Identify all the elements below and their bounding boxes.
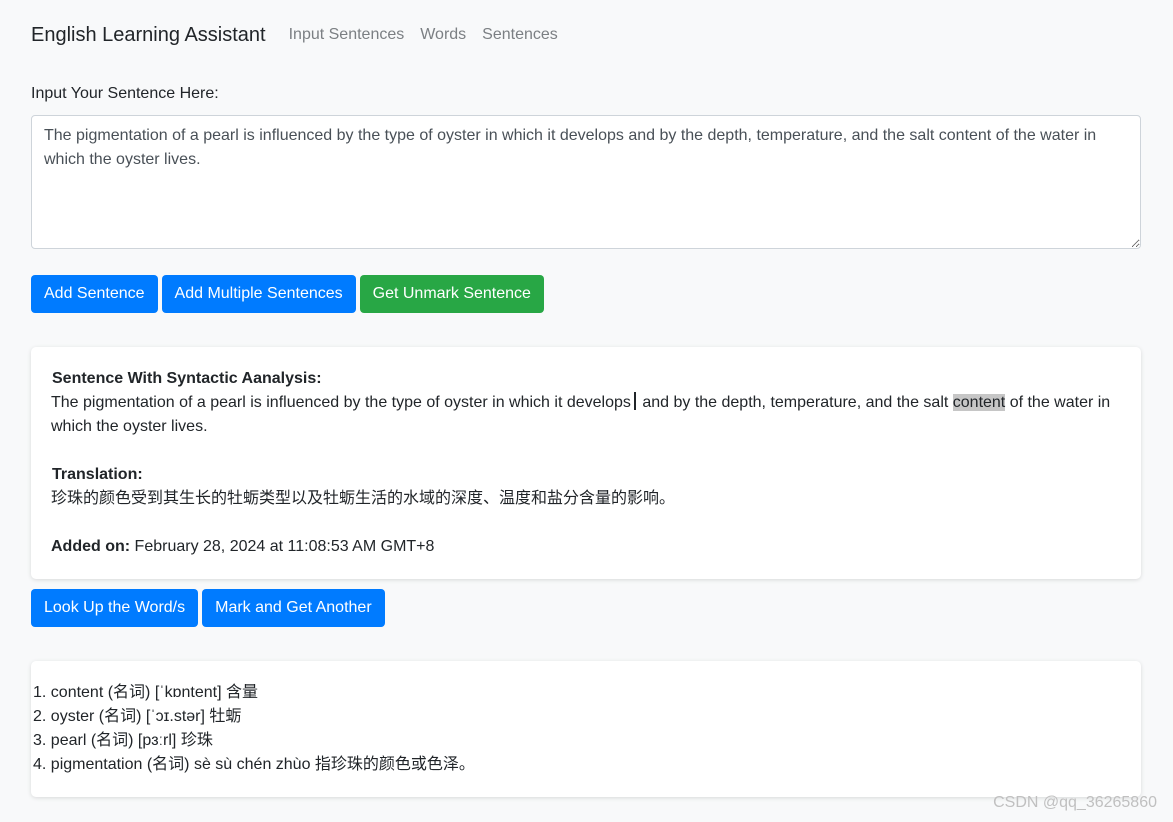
sentence-part-1: The pigmentation of a pearl is influence… xyxy=(51,394,631,411)
add-multiple-sentences-button[interactable]: Add Multiple Sentences xyxy=(161,275,356,313)
translation-title: Translation: xyxy=(52,466,143,483)
nav-link-input-sentences[interactable]: Input Sentences xyxy=(289,26,405,44)
added-on-value: February 28, 2024 at 11:08:53 AM GMT+8 xyxy=(130,538,435,555)
navbar: English Learning Assistant Input Sentenc… xyxy=(31,20,574,50)
word-action-buttons: Look Up the Word/s Mark and Get Another xyxy=(31,589,385,627)
word-lookup-card: 1. content (名词) [ˈkɒntent] 含量 2. oyster … xyxy=(31,661,1141,797)
add-sentence-button[interactable]: Add Sentence xyxy=(31,275,158,313)
nav-link-sentences[interactable]: Sentences xyxy=(482,26,558,44)
sentence-input[interactable]: The pigmentation of a pearl is influence… xyxy=(31,115,1141,249)
mark-and-get-another-button[interactable]: Mark and Get Another xyxy=(202,589,385,627)
sentence-input-label: Input Your Sentence Here: xyxy=(31,85,219,102)
sentence-action-buttons: Add Sentence Add Multiple Sentences Get … xyxy=(31,275,544,313)
added-on-row: Added on: February 28, 2024 at 11:08:53 … xyxy=(51,535,1121,559)
clause-divider-mark xyxy=(633,392,636,410)
sentence-analysis-card: Sentence With Syntactic Aanalysis: The p… xyxy=(31,347,1141,579)
added-on-label: Added on: xyxy=(51,538,131,555)
word-item: 4. pigmentation (名词) sè sù chén zhùo 指珍珠… xyxy=(33,756,475,773)
word-item: 3. pearl (名词) [pɜːrl] 珍珠 xyxy=(33,732,213,749)
get-unmark-sentence-button[interactable]: Get Unmark Sentence xyxy=(359,275,544,313)
translation-text: 珍珠的颜色受到其生长的牡蛎类型以及牡蛎生活的水域的深度、温度和盐分含量的影响。 xyxy=(51,490,676,507)
analyzed-sentence: The pigmentation of a pearl is influence… xyxy=(51,391,1121,439)
watermark: CSDN @qq_36265860 xyxy=(993,794,1157,811)
brand-title[interactable]: English Learning Assistant xyxy=(31,24,266,47)
look-up-words-button[interactable]: Look Up the Word/s xyxy=(31,589,199,627)
analysis-title: Sentence With Syntactic Aanalysis: xyxy=(52,370,322,387)
highlighted-word[interactable]: content xyxy=(952,394,1006,411)
word-list: 1. content (名词) [ˈkɒntent] 含量 2. oyster … xyxy=(33,681,1123,777)
nav-link-words[interactable]: Words xyxy=(420,26,466,44)
word-item: 2. oyster (名词) [ˈɔɪ.stər] 牡蛎 xyxy=(33,708,242,725)
word-item: 1. content (名词) [ˈkɒntent] 含量 xyxy=(33,684,258,701)
sentence-part-2: and by the depth, temperature, and the s… xyxy=(637,394,953,411)
